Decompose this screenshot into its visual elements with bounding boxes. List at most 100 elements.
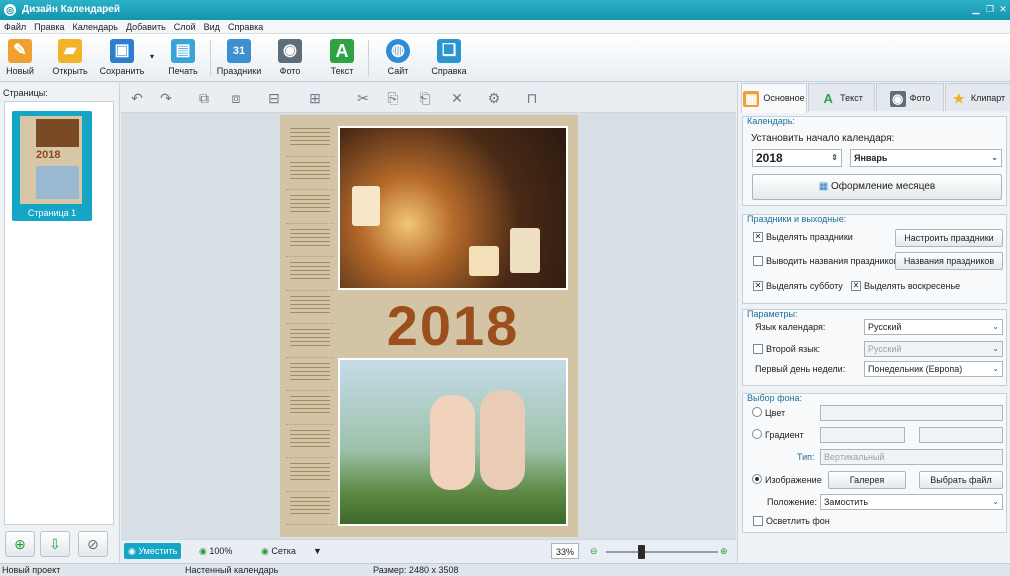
menu-calendar[interactable]: Календарь	[69, 20, 122, 34]
bg-image-label: Изображение	[765, 475, 822, 485]
thumbnail-photo-bottom	[36, 166, 79, 199]
grid-dropdown-icon[interactable]: ▼	[309, 543, 326, 559]
bg-color-field[interactable]	[820, 405, 1003, 421]
second-lang-select[interactable]: Русский ⌄	[864, 341, 1003, 357]
new-button[interactable]: ✎ Новый	[4, 37, 36, 79]
thumbnail-caption: Страница 1	[27, 208, 77, 218]
month-block	[286, 458, 334, 492]
paste-icon[interactable]: ⎗	[414, 88, 436, 108]
align-icon[interactable]: ⊟	[263, 88, 285, 108]
delete-icon[interactable]: ✕	[446, 88, 468, 108]
cut-icon[interactable]: ✂	[352, 88, 374, 108]
month-select[interactable]: Январь ⌄	[850, 149, 1002, 167]
background-group: Выбор фона: Цвет Градиент Тип: Вертикаль…	[742, 393, 1007, 533]
year-spinner[interactable]: 2018 ⇕	[752, 149, 842, 167]
highlight-saturday-checkbox[interactable]: ✕	[753, 281, 763, 291]
calendar-page[interactable]: 2018	[280, 115, 578, 537]
menu-add[interactable]: Добавить	[122, 20, 170, 34]
undo-icon[interactable]: ↶	[126, 88, 148, 108]
zoom-100-icon: ◉	[199, 546, 210, 556]
send-backward-icon[interactable]: ⧈	[225, 88, 247, 108]
grid-icon: ◉	[261, 546, 272, 556]
help-button[interactable]: ❑ Справка	[430, 37, 468, 79]
zoom-out-icon[interactable]: ⊖	[586, 543, 602, 559]
edit-toolbar: ↶ ↷ ⧉ ⧈ ⊟ ⊞ ✂ ⎘ ⎗ ✕ ⚙ ⊓	[121, 83, 736, 113]
holiday-names-button[interactable]: Названия праздников	[895, 252, 1003, 270]
zoom-slider-handle[interactable]	[638, 545, 645, 559]
add-page-icon: ⊕	[14, 536, 26, 552]
tab-photo[interactable]: ◉ Фото	[876, 83, 944, 111]
photo-button[interactable]: ◉ Фото	[274, 37, 306, 79]
minimize-icon[interactable]: ▁	[970, 3, 982, 15]
menu-layer[interactable]: Слой	[170, 20, 200, 34]
bg-image-radio[interactable]	[752, 474, 762, 484]
open-button[interactable]: ▰ Открыть	[50, 37, 90, 79]
zoom-in-icon[interactable]: ⊕	[716, 543, 732, 559]
site-button[interactable]: ◍ Сайт	[382, 37, 414, 79]
zoom-slider[interactable]	[606, 545, 718, 559]
bg-color-radio[interactable]	[752, 407, 762, 417]
calendar-year-text[interactable]: 2018	[338, 293, 568, 358]
choose-file-button[interactable]: Выбрать файл	[919, 471, 1003, 489]
second-lang-checkbox[interactable]	[753, 344, 763, 354]
highlight-holidays-checkbox[interactable]: ✕	[753, 232, 763, 242]
bring-forward-icon[interactable]: ⧉	[193, 88, 215, 108]
add-page-button[interactable]: ⊕	[5, 531, 35, 557]
lang-select[interactable]: Русский ⌄	[864, 319, 1003, 335]
close-icon[interactable]: ✕	[997, 3, 1009, 15]
month-block	[286, 358, 334, 391]
gradient-color-1[interactable]	[820, 427, 905, 443]
maximize-icon[interactable]: ❐	[984, 3, 996, 15]
tab-clipart[interactable]: ★ Клипарт	[945, 83, 1010, 111]
menu-bar: Файл Правка Календарь Добавить Слой Вид Справк…	[0, 20, 1010, 34]
setup-holidays-button[interactable]: Настроить праздники	[895, 229, 1003, 247]
redo-icon[interactable]: ↷	[155, 88, 177, 108]
menu-edit[interactable]: Правка	[30, 20, 68, 34]
child-figure	[430, 395, 475, 490]
position-value: Замостить	[824, 497, 869, 507]
show-holiday-names-checkbox[interactable]	[753, 256, 763, 266]
camera-icon: ◉	[278, 39, 302, 63]
menu-view[interactable]: Вид	[200, 20, 224, 34]
gradient-color-2[interactable]	[919, 427, 1003, 443]
toolbar-divider	[368, 40, 369, 76]
gallery-button[interactable]: Галерея	[828, 471, 906, 489]
properties-panel: ▦ Основное A Текст ◉ Фото ★ Клипарт Календар…	[737, 83, 1010, 563]
week-start-select[interactable]: Понедельник (Европа) ⌄	[864, 361, 1003, 377]
zoom-100-button[interactable]: ◉ 100%	[195, 543, 236, 559]
menu-help[interactable]: Справка	[224, 20, 267, 34]
spinner-arrows-icon[interactable]: ⇕	[831, 150, 838, 166]
text-button[interactable]: A Текст	[326, 37, 358, 79]
fit-button[interactable]: ◉ Уместить	[124, 543, 182, 559]
floppy-icon: ▣	[110, 39, 134, 63]
lock-icon[interactable]: ⊓	[521, 88, 543, 108]
grid-button[interactable]: ◉ Сетка	[257, 543, 300, 559]
save-button[interactable]: ▣ Сохранить	[98, 37, 146, 79]
status-type: Настенный календарь	[185, 565, 279, 575]
params-group-label: Параметры:	[747, 309, 798, 319]
new-file-icon: ✎	[8, 39, 32, 63]
copy-icon[interactable]: ⎘	[382, 88, 404, 108]
bg-gradient-radio[interactable]	[752, 429, 762, 439]
insert-page-button[interactable]: ⇩	[40, 531, 70, 557]
delete-page-button[interactable]: ⊘	[78, 531, 108, 557]
months-design-button[interactable]: ▦ Оформление месяцев	[752, 174, 1002, 200]
highlight-sunday-checkbox[interactable]: ✕	[851, 281, 861, 291]
print-button[interactable]: ▤ Печать	[164, 37, 202, 79]
properties-icon[interactable]: ⚙	[483, 88, 505, 108]
page-thumbnail[interactable]: 2018 Страница 1	[12, 111, 92, 221]
canvas-area[interactable]: 2018	[121, 113, 736, 539]
zoom-value-field[interactable]: 33%	[551, 543, 580, 559]
holidays-button[interactable]: 31 Праздники	[216, 37, 262, 79]
printer-icon: ▤	[171, 39, 195, 63]
children-photo[interactable]	[338, 358, 568, 526]
tab-main[interactable]: ▦ Основное	[741, 83, 807, 113]
tab-text[interactable]: A Текст	[808, 83, 875, 111]
menu-file[interactable]: Файл	[0, 20, 30, 34]
candles-photo[interactable]	[338, 126, 568, 290]
gradient-type-select[interactable]: Вертикальный	[820, 449, 1003, 465]
start-label: Установить начало календаря:	[751, 133, 895, 144]
lighten-bg-checkbox[interactable]	[753, 516, 763, 526]
distribute-icon[interactable]: ⊞	[304, 88, 326, 108]
position-select[interactable]: Замостить ⌄	[820, 494, 1003, 510]
